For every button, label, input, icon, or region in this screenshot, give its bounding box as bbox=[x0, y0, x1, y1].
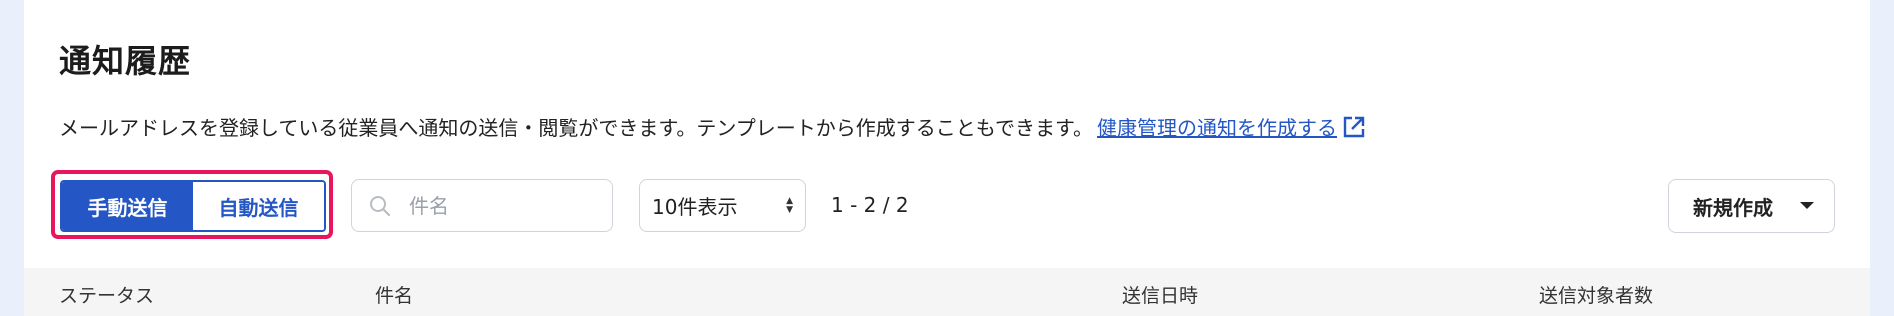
tab-auto-send[interactable]: 自動送信 bbox=[193, 182, 324, 230]
table-header: ステータス 件名 送信日時 送信対象者数 bbox=[24, 268, 1870, 316]
column-header-status[interactable]: ステータス bbox=[59, 281, 154, 308]
new-create-label: 新規作成 bbox=[1693, 195, 1773, 220]
pagination-count: 1 - 2 / 2 bbox=[831, 193, 909, 217]
chevron-down-icon bbox=[1800, 202, 1814, 209]
external-link-icon[interactable] bbox=[1341, 114, 1367, 140]
send-mode-toggle: 手動送信 自動送信 bbox=[60, 180, 326, 232]
search-input[interactable] bbox=[407, 192, 601, 219]
description-text: メールアドレスを登録している従業員へ通知の送信・閲覧ができます。テンプレートから… bbox=[59, 116, 1093, 140]
per-page-select[interactable]: 10件表示 ▲ ▼ bbox=[639, 179, 806, 232]
page-description: メールアドレスを登録している従業員へ通知の送信・閲覧ができます。テンプレートから… bbox=[59, 112, 1367, 141]
search-icon bbox=[370, 195, 391, 216]
column-header-sent-at[interactable]: 送信日時 bbox=[1122, 281, 1198, 308]
page-title: 通知履歴 bbox=[59, 42, 192, 80]
search-field[interactable] bbox=[351, 179, 613, 232]
tab-manual-send[interactable]: 手動送信 bbox=[62, 182, 193, 230]
column-header-recipient-count[interactable]: 送信対象者数 bbox=[1539, 281, 1653, 308]
column-header-subject[interactable]: 件名 bbox=[375, 281, 413, 308]
new-create-button[interactable]: 新規作成 bbox=[1668, 179, 1835, 233]
per-page-value: 10件表示 bbox=[652, 195, 738, 219]
select-arrows-icon: ▲ ▼ bbox=[786, 195, 793, 215]
create-health-notification-link[interactable]: 健康管理の通知を作成する bbox=[1097, 112, 1337, 141]
main-panel: 通知履歴 メールアドレスを登録している従業員へ通知の送信・閲覧ができます。テンプ… bbox=[24, 0, 1870, 316]
